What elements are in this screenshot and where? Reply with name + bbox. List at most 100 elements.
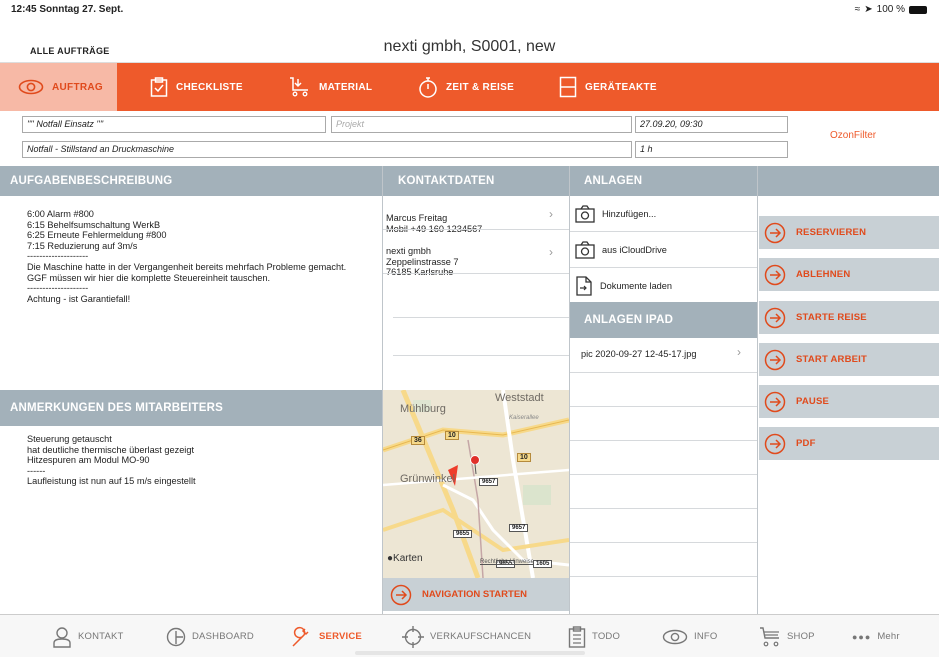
map-label-weststadt: Weststadt — [495, 392, 544, 404]
anlage-icloud[interactable]: aus iCloudDrive — [575, 241, 667, 259]
ozon-filter-link[interactable]: OzonFilter — [830, 130, 876, 141]
bottom-tab-service[interactable]: SERVICE — [291, 615, 362, 657]
bottom-tab-kontakt[interactable]: KONTAKT — [52, 615, 124, 657]
start-arbeit-button[interactable]: START ARBEIT — [759, 343, 939, 376]
starte-reise-button[interactable]: STARTE REISE — [759, 301, 939, 334]
bottom-tab-label: INFO — [694, 631, 718, 642]
map-label-muehlburg: Mühlburg — [400, 403, 446, 415]
bottom-tab-label: TODO — [592, 631, 621, 642]
status-time: 12:45 Sonntag 27. Sept. — [11, 4, 124, 15]
duration-field[interactable]: 1 h — [635, 141, 788, 158]
tab-auftrag[interactable]: AUFTRAG — [0, 63, 117, 111]
legal-link[interactable]: Rechtliche Hinweise — [480, 559, 534, 565]
row-divider — [570, 372, 757, 373]
row-divider — [383, 229, 569, 230]
anlage-label: Hinzufügen... — [602, 209, 657, 219]
kontakt-header-label: KONTAKTDATEN — [398, 175, 495, 187]
bottom-tab-mehr[interactable]: ●●● Mehr — [852, 615, 900, 657]
bottom-tab-label: Mehr — [877, 631, 900, 642]
anlagen-header-label: ANLAGEN — [584, 175, 643, 187]
right-header — [758, 166, 939, 196]
action-label: RESERVIEREN — [796, 227, 867, 238]
bottom-tab-label: DASHBOARD — [192, 631, 254, 642]
arrow-circle-icon — [390, 584, 412, 605]
anmerkungen-header-label: ANMERKUNGEN DES MITARBEITERS — [10, 402, 224, 414]
column-divider — [757, 166, 758, 614]
document-icon — [576, 276, 592, 296]
arrow-circle-icon — [764, 222, 786, 243]
map-view[interactable]: Weststadt Mühlburg Kaiserallee Grünwinke… — [383, 390, 569, 578]
anmerkungen-header: ANMERKUNGEN DES MITARBEITERS — [0, 390, 382, 426]
bottom-tab-shop[interactable]: SHOP — [759, 615, 815, 657]
name-field[interactable]: '''' Notfall Einsatz '''' — [22, 116, 326, 133]
projekt-field[interactable]: Projekt — [331, 116, 632, 133]
eye-icon — [662, 629, 688, 644]
road-badge: 9657 — [509, 524, 529, 532]
bottom-tab-label: SHOP — [787, 631, 815, 642]
maps-logo: ●Karten — [387, 553, 423, 564]
row-divider — [570, 267, 757, 268]
arrow-circle-icon — [764, 391, 786, 412]
maps-logo-text: Karten — [393, 553, 423, 564]
camera-icon — [575, 241, 595, 259]
battery-icon — [909, 5, 927, 14]
bottom-tab-info[interactable]: INFO — [662, 615, 718, 657]
action-label: PAUSE — [796, 396, 830, 407]
tab-label: AUFTRAG — [52, 81, 103, 93]
anmerkungen-text[interactable]: Steuerung getauscht hat deutliche thermi… — [27, 434, 372, 487]
eye-icon — [18, 79, 44, 95]
road-badge: 9657 — [479, 478, 499, 486]
crosshair-icon — [402, 625, 424, 648]
bottom-tab-label: KONTAKT — [78, 631, 124, 642]
wifi-icon: ≈ — [854, 4, 861, 15]
kontakt-header: KONTAKTDATEN — [383, 166, 569, 196]
wrench-icon — [292, 626, 309, 647]
arrow-circle-icon — [764, 264, 786, 285]
kontakt-item-company[interactable]: nexti gmbh Zeppelinstrasse 7 76185 Karls… — [386, 236, 564, 278]
row-divider — [393, 317, 569, 318]
bottom-tab-label: VERKAUFSCHANCEN — [430, 631, 532, 642]
pdf-button[interactable]: PDF — [759, 427, 939, 460]
road-badge: 10 — [517, 453, 531, 462]
map-label-gruenwinkel: Grünwinkel — [400, 473, 456, 485]
dashboard-icon — [166, 627, 186, 646]
anlage-documents[interactable]: Dokumente laden — [575, 276, 672, 296]
tab-label: MATERIAL — [319, 81, 373, 93]
chevron-right-icon: › — [549, 245, 553, 259]
arrow-circle-icon — [764, 433, 786, 454]
action-label: ABLEHNEN — [796, 269, 851, 280]
reservieren-button[interactable]: RESERVIEREN — [759, 216, 939, 249]
row-divider — [570, 508, 757, 509]
tab-checkliste[interactable]: CHECKLISTE — [150, 63, 243, 111]
navigation-button-label: NAVIGATION STARTEN — [422, 589, 528, 600]
status-right: ≈ ➤ 100 % — [855, 4, 927, 15]
action-label: STARTE REISE — [796, 312, 867, 323]
navigation-start-button[interactable]: NAVIGATION STARTEN — [383, 578, 569, 611]
column-divider — [569, 166, 570, 614]
anlage-add[interactable]: Hinzufügen... — [575, 205, 656, 223]
person-icon — [53, 626, 71, 648]
page-title: nexti gmbh, S0001, new — [383, 38, 556, 55]
row-divider — [570, 231, 757, 232]
pause-button[interactable]: PAUSE — [759, 385, 939, 418]
tab-label: ZEIT & REISE — [446, 81, 515, 93]
more-icon: ●●● — [852, 631, 872, 642]
tab-label: CHECKLISTE — [176, 81, 243, 93]
road-badge: 1605 — [533, 560, 553, 568]
anlage-ipad-filename: pic 2020-09-27 12-45-17.jpg — [581, 349, 697, 359]
clipboard-icon — [568, 625, 586, 648]
tab-zeit-reise[interactable]: ZEIT & REISE — [418, 63, 514, 111]
aufgaben-text[interactable]: 6:00 Alarm #800 6:15 Behelfsumschaltung … — [27, 209, 372, 304]
bottom-tab-dashboard[interactable]: DASHBOARD — [166, 615, 254, 657]
ablehnen-button[interactable]: ABLEHNEN — [759, 258, 939, 291]
row-divider — [383, 273, 569, 274]
tab-geraeteakte[interactable]: GERÄTEAKTE — [559, 63, 657, 111]
file-icon — [559, 76, 577, 98]
datetime-field[interactable]: 27.09.20, 09:30 — [635, 116, 788, 133]
anlage-ipad-item[interactable]: pic 2020-09-27 12-45-17.jpg — [581, 349, 696, 359]
location-icon: ➤ — [864, 4, 873, 15]
description-field[interactable]: Notfall - Stillstand an Druckmaschine — [22, 141, 632, 158]
anlagen-ipad-label: ANLAGEN IPAD — [584, 314, 674, 326]
tab-material[interactable]: MATERIAL — [289, 63, 372, 111]
nav-header: ALLE AUFTRÄGE nexti gmbh, S0001, new — [0, 20, 939, 63]
